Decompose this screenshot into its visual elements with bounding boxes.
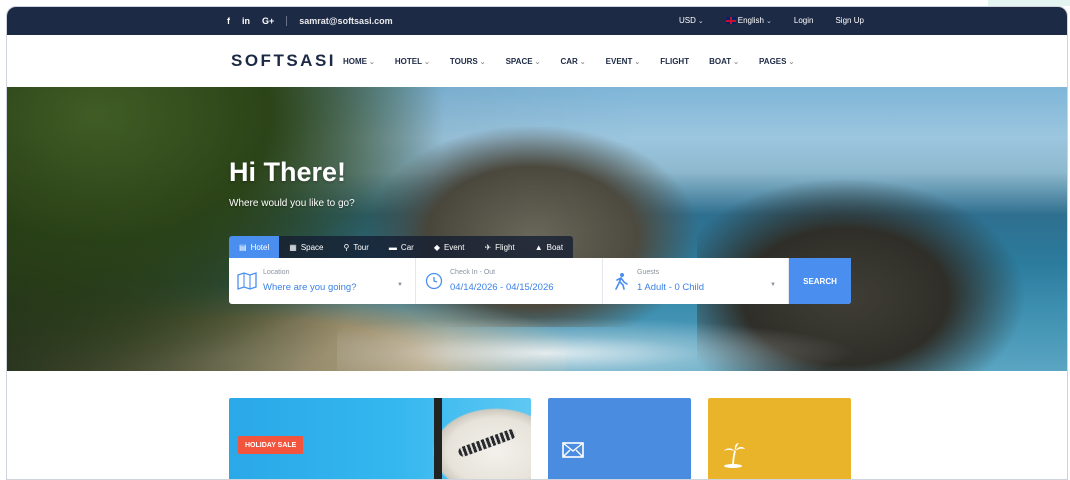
tab-car[interactable]: ▬ Car bbox=[379, 236, 424, 258]
nav-label: TOURS bbox=[449, 57, 478, 66]
tab-label: Space bbox=[300, 242, 324, 252]
main-navbar: SOFTSASI HOME ⌄ HOTEL ⌄ TOURS ⌄ SPACE ⌄ CAR ⌄… bbox=[7, 35, 1067, 87]
nav-label: EVENT bbox=[605, 57, 633, 66]
contact-email[interactable]: samrat@softsasi.com bbox=[299, 16, 392, 26]
chevron-down-icon: ⌄ bbox=[766, 18, 772, 25]
nav-label: HOME bbox=[343, 57, 367, 66]
nav-label: SPACE bbox=[505, 57, 533, 66]
beach-card[interactable] bbox=[708, 398, 851, 479]
browser-frame: f in G+ samrat@softsasi.com USD ⌄ English… bbox=[6, 6, 1068, 480]
hiker-icon bbox=[615, 273, 628, 290]
chevron-down-icon: ⌄ bbox=[479, 59, 486, 66]
login-link[interactable]: Login bbox=[794, 16, 814, 25]
uk-flag-icon bbox=[725, 17, 736, 25]
currency-selector[interactable]: USD ⌄ bbox=[679, 16, 704, 25]
date-range-input[interactable]: 04/14/2026 - 04/15/2026 bbox=[450, 282, 554, 293]
holiday-sale-badge: HOLIDAY SALE bbox=[238, 436, 304, 454]
nav-item-space[interactable]: SPACE ⌄ bbox=[506, 57, 541, 66]
tab-hotel[interactable]: ▤ Hotel bbox=[229, 236, 280, 258]
chevron-down-icon: ⌄ bbox=[697, 18, 704, 25]
nav-item-car[interactable]: CAR ⌄ bbox=[560, 57, 585, 66]
social-links: f in G+ samrat@softsasi.com bbox=[227, 16, 393, 26]
flight-icon: ✈ bbox=[484, 242, 492, 252]
chevron-down-icon: ⌄ bbox=[423, 59, 430, 66]
nav-item-pages[interactable]: PAGES ⌄ bbox=[759, 57, 794, 66]
linkedin-icon[interactable]: in bbox=[242, 16, 250, 26]
nav-item-hotel[interactable]: HOTEL ⌄ bbox=[395, 57, 430, 66]
chevron-down-icon: ⌄ bbox=[534, 59, 541, 66]
tab-label: Boat bbox=[546, 242, 564, 252]
hero-banner: Hi There! Where would you like to go? ▤ H… bbox=[7, 87, 1067, 371]
divider bbox=[286, 16, 288, 26]
location-label: Location bbox=[263, 269, 290, 276]
event-icon: ◆ bbox=[433, 242, 440, 252]
boat-icon: ▲ bbox=[534, 242, 543, 252]
nav-label: HOTEL bbox=[394, 57, 422, 66]
promo-cards: HOLIDAY SALE bbox=[7, 398, 1067, 479]
checkin-checkout-field[interactable]: Check In - Out 04/14/2026 - 04/15/2026 bbox=[416, 258, 603, 304]
palm-island-icon bbox=[724, 443, 745, 468]
nav-item-flight[interactable]: FLIGHT bbox=[660, 57, 689, 66]
caret-down-icon: ▼ bbox=[770, 282, 776, 288]
car-icon: ▬ bbox=[388, 242, 397, 252]
search-tabs: ▤ Hotel ▦ Space ⚲ Tour ▬ Car ◆ Event ✈ Flight … bbox=[229, 236, 574, 258]
tab-label: Flight bbox=[495, 242, 515, 252]
tab-tour[interactable]: ⚲ Tour bbox=[334, 236, 379, 258]
site-logo[interactable]: SOFTSASI bbox=[231, 51, 336, 71]
chevron-down-icon: ⌄ bbox=[788, 59, 795, 66]
tab-label: Hotel bbox=[250, 242, 270, 252]
nav-item-home[interactable]: HOME ⌄ bbox=[343, 57, 375, 66]
chevron-down-icon: ⌄ bbox=[579, 59, 586, 66]
newsletter-card[interactable] bbox=[548, 398, 691, 479]
currency-label: USD bbox=[679, 16, 696, 25]
facebook-icon[interactable]: f bbox=[227, 16, 230, 26]
tab-space[interactable]: ▦ Space bbox=[279, 236, 333, 258]
envelope-icon bbox=[562, 442, 584, 458]
nav-label: FLIGHT bbox=[660, 57, 690, 66]
hotel-icon: ▤ bbox=[239, 242, 247, 252]
search-form: Location Where are you going? ▼ Check In… bbox=[229, 258, 851, 304]
location-field[interactable]: Location Where are you going? ▼ bbox=[229, 258, 416, 304]
top-bar: f in G+ samrat@softsasi.com USD ⌄ English… bbox=[7, 7, 1067, 35]
checkin-label: Check In - Out bbox=[450, 269, 496, 276]
tab-boat[interactable]: ▲ Boat bbox=[525, 236, 573, 258]
tab-event[interactable]: ◆ Event bbox=[424, 236, 475, 258]
caret-down-icon: ▼ bbox=[397, 282, 403, 288]
chevron-down-icon: ⌄ bbox=[369, 59, 375, 66]
guests-input[interactable]: 1 Adult - 0 Child bbox=[637, 282, 704, 293]
nav-label: CAR bbox=[560, 57, 578, 66]
map-icon bbox=[237, 272, 257, 290]
chevron-down-icon: ⌄ bbox=[733, 59, 740, 66]
guests-label: Guests bbox=[637, 269, 660, 276]
hero-title: Hi There! bbox=[229, 157, 347, 187]
main-menu: HOME ⌄ HOTEL ⌄ TOURS ⌄ SPACE ⌄ CAR ⌄ EVENT ⌄ F… bbox=[343, 57, 814, 66]
location-input[interactable]: Where are you going? bbox=[263, 282, 356, 293]
nav-item-event[interactable]: EVENT ⌄ bbox=[606, 57, 641, 66]
camera-strap-image bbox=[434, 398, 442, 479]
hero-overlay bbox=[7, 87, 1067, 371]
tour-icon: ⚲ bbox=[343, 242, 350, 252]
nav-item-tours[interactable]: TOURS ⌄ bbox=[450, 57, 486, 66]
holiday-sale-card[interactable]: HOLIDAY SALE bbox=[229, 398, 531, 479]
language-label: English bbox=[737, 16, 765, 25]
browser-corner-accent bbox=[988, 0, 1070, 6]
nav-label: PAGES bbox=[759, 57, 787, 66]
space-icon: ▦ bbox=[289, 242, 297, 252]
topbar-right: USD ⌄ English ⌄ Login Sign Up bbox=[679, 16, 864, 25]
nav-item-boat[interactable]: BOAT ⌄ bbox=[709, 57, 739, 66]
chevron-down-icon: ⌄ bbox=[634, 59, 641, 66]
tab-flight[interactable]: ✈ Flight bbox=[474, 236, 524, 258]
signup-link[interactable]: Sign Up bbox=[835, 16, 863, 25]
hero-subtitle: Where would you like to go? bbox=[229, 198, 355, 209]
clock-icon bbox=[425, 272, 443, 290]
tab-label: Car bbox=[400, 242, 414, 252]
tab-label: Tour bbox=[353, 242, 369, 252]
search-button[interactable]: SEARCH bbox=[789, 258, 851, 304]
language-selector[interactable]: English ⌄ bbox=[725, 16, 772, 25]
tab-label: Event bbox=[443, 242, 465, 252]
guests-field[interactable]: Guests 1 Adult - 0 Child ▼ bbox=[603, 258, 789, 304]
google-plus-icon[interactable]: G+ bbox=[262, 16, 274, 26]
nav-label: BOAT bbox=[709, 57, 732, 66]
